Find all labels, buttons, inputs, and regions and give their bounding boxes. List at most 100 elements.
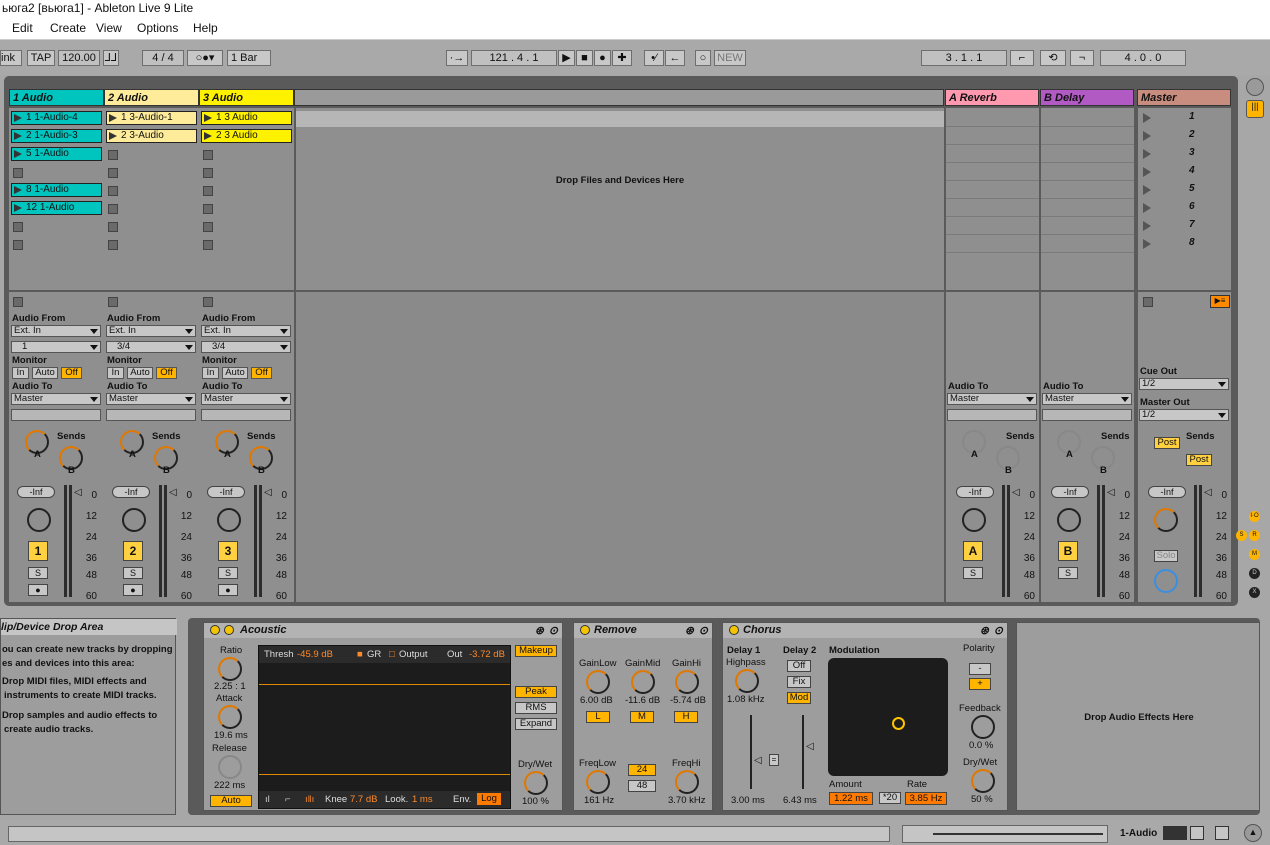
fader-handle-icon[interactable]: ◁ (1107, 487, 1115, 498)
scene-launch-icon[interactable] (1143, 185, 1151, 195)
session-view-icon[interactable]: ||| (1246, 100, 1264, 118)
ratio-knob[interactable] (218, 657, 242, 681)
track-view-icon[interactable] (1163, 826, 1187, 840)
save-preset-icon[interactable]: ⊙ (549, 624, 558, 639)
clip-slot[interactable]: 1 1-Audio-4 (11, 111, 102, 125)
master-out-dropdown[interactable]: 1/2 (1139, 409, 1229, 421)
tap-button[interactable]: TAP (27, 50, 55, 66)
arm-button[interactable]: ● (123, 584, 143, 596)
mixer-toggle-icon[interactable]: M (1249, 549, 1260, 560)
delay-toggle-icon[interactable]: D (1249, 568, 1260, 579)
post-button-b[interactable]: Post (1186, 454, 1212, 466)
fader-handle-icon[interactable]: ◁ (264, 487, 272, 498)
gr-toggle-icon[interactable]: ■ (357, 649, 363, 660)
clip-view-icon[interactable] (1190, 826, 1204, 840)
master-pan-knob[interactable] (1154, 508, 1178, 532)
knee-value[interactable]: 7.7 dB (350, 794, 377, 805)
arm-button[interactable]: ● (28, 584, 48, 596)
input-channel-dropdown[interactable]: 1 (11, 341, 101, 353)
clip-slot[interactable]: 8 1-Audio (11, 183, 102, 197)
punch-out-icon[interactable]: ¬ (1070, 50, 1094, 66)
low-on-button[interactable]: L (586, 711, 610, 723)
track-activator-button[interactable]: 2 (123, 541, 143, 561)
clip-stop-button[interactable] (13, 222, 23, 232)
track-stop-button[interactable] (108, 297, 118, 307)
clip-stop-button[interactable] (203, 240, 213, 250)
clip-stop-button[interactable] (13, 240, 23, 250)
arrangement-position[interactable]: 121 . 4 . 1 (471, 50, 557, 66)
punch-in-icon[interactable]: ⌐ (1010, 50, 1034, 66)
record-icon[interactable]: ● (594, 50, 611, 66)
scene-launch-icon[interactable] (1143, 113, 1151, 123)
clip-stop-button[interactable] (108, 240, 118, 250)
freqhi-knob[interactable] (675, 770, 699, 794)
rate-field[interactable]: 3.85 Hz (905, 792, 947, 805)
monitor-off-button[interactable]: Off (156, 367, 177, 379)
thresh-value[interactable]: -45.9 dB (297, 649, 333, 660)
new-button[interactable]: NEW (714, 50, 746, 66)
tempo-field[interactable]: 120.00 (58, 50, 100, 66)
scene-launch-icon[interactable] (1143, 239, 1151, 249)
stop-icon[interactable]: ■ (576, 50, 593, 66)
fader-handle-icon[interactable]: ◁ (169, 487, 177, 498)
clip-slot[interactable]: 2 3-Audio (106, 129, 197, 143)
loop-length-field[interactable]: 4 . 0 . 0 (1100, 50, 1186, 66)
solo-button[interactable]: S (123, 567, 143, 579)
clip-stop-button[interactable] (108, 150, 118, 160)
output-sub-field[interactable] (1042, 409, 1132, 421)
attack-knob[interactable] (218, 705, 242, 729)
monitor-auto-button[interactable]: Auto (222, 367, 248, 379)
return-volume-field[interactable]: -Inf (956, 486, 994, 498)
xy-handle-icon[interactable] (892, 717, 905, 730)
arm-button[interactable]: ● (218, 584, 238, 596)
back-to-arrangement-icon[interactable]: ← (665, 50, 685, 66)
release-knob[interactable] (218, 755, 242, 779)
monitor-in-button[interactable]: In (202, 367, 219, 379)
hot-swap-icon[interactable]: ⊛ (535, 624, 544, 639)
return-audio-to-dropdown[interactable]: Master (947, 393, 1037, 405)
signature-field[interactable]: 4 / 4 (142, 50, 184, 66)
menu-options[interactable]: Options (137, 21, 178, 35)
pan-knob[interactable] (27, 508, 51, 532)
stop-all-clips-button[interactable] (1143, 297, 1153, 307)
scene-launch-icon[interactable] (1143, 131, 1151, 141)
follow-icon[interactable]: ·→ (446, 50, 468, 66)
feedback-knob[interactable] (971, 715, 995, 739)
delay1-slider-handle-icon[interactable]: ◁ (754, 755, 762, 766)
input-channel-dropdown[interactable]: 3/4 (106, 341, 196, 353)
menu-help[interactable]: Help (193, 21, 218, 35)
clip-slot[interactable]: 2 3 Audio (201, 129, 292, 143)
audio-to-dropdown[interactable]: Master (11, 393, 101, 405)
sends-toggle-icon[interactable]: S (1236, 530, 1247, 541)
track-header-1[interactable]: 1 Audio (9, 89, 104, 106)
link-delays-icon[interactable]: = (769, 754, 779, 766)
loop-start-field[interactable]: 3 . 1 . 1 (921, 50, 1007, 66)
delay2-off-button[interactable]: Off (787, 660, 811, 672)
automation-arm-icon[interactable]: •⁄ (644, 50, 664, 66)
expand-button[interactable]: Expand (515, 718, 557, 730)
clip-stop-button[interactable] (203, 222, 213, 232)
solo-button[interactable]: S (963, 567, 983, 579)
gainlow-knob[interactable] (586, 670, 610, 694)
clip-stop-button[interactable] (203, 204, 213, 214)
return-volume-field[interactable]: -Inf (1051, 486, 1089, 498)
slope-24-button[interactable]: 24 (628, 764, 656, 776)
amount-field[interactable]: 1.22 ms (829, 792, 873, 805)
scene-number[interactable]: 3 (1189, 147, 1195, 158)
curve-mode-icon[interactable]: ⌐ (285, 794, 291, 805)
clip-stop-button[interactable] (203, 168, 213, 178)
overdub-icon[interactable]: ✚ (612, 50, 632, 66)
hot-swap-icon[interactable]: ⊛ (980, 624, 989, 639)
pan-knob[interactable] (1057, 508, 1081, 532)
return-activator-button[interactable]: B (1058, 541, 1078, 561)
log-button[interactable]: Log (477, 793, 501, 805)
link-button[interactable]: ink (0, 50, 22, 66)
meter-mode-icon[interactable]: ıl (265, 794, 270, 805)
output-toggle-icon[interactable]: □ (389, 649, 395, 660)
master-header[interactable]: Master (1137, 89, 1231, 106)
track-stop-button[interactable] (203, 297, 213, 307)
rate-multiply-button[interactable]: *20 (879, 792, 901, 804)
post-button-a[interactable]: Post (1154, 437, 1180, 449)
clip-stop-button[interactable] (203, 150, 213, 160)
fold-icon[interactable] (224, 625, 234, 635)
